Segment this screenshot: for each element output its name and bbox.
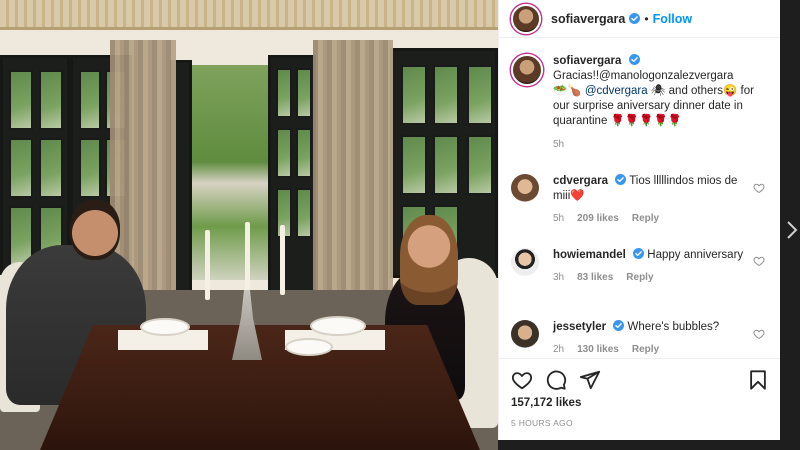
comment-reply-button[interactable]: Reply	[632, 342, 659, 356]
photo-plate-front	[285, 338, 333, 356]
photo-plate-left	[140, 318, 190, 336]
comment-meta: 2h 130 likes Reply	[553, 342, 749, 356]
author-avatar[interactable]	[511, 3, 541, 34]
photo-woman-head	[400, 215, 458, 305]
bookmark-icon[interactable]	[747, 369, 769, 391]
caption-text: 🕷 and others😜	[650, 85, 738, 97]
post-header: sofiavergara • Follow	[499, 0, 781, 38]
comment-body: jessetyler Where's bubbles? 2h 130 likes…	[553, 320, 749, 356]
comment-text: Happy anniversary	[647, 249, 744, 261]
comment-timestamp: 3h	[553, 272, 565, 283]
comment-avatar[interactable]	[511, 320, 539, 348]
comment-reply-button[interactable]: Reply	[632, 211, 659, 226]
comment-item: jessetyler Where's bubbles? 2h 130 likes…	[511, 320, 773, 356]
header-separator: •	[644, 11, 649, 26]
photo-man-head	[70, 200, 120, 260]
comment-item: howiemandel Happy anniversary 3h 83 like…	[511, 248, 773, 285]
photo-curtain-right	[313, 40, 393, 310]
comment-body: cdvergara Tios lllllindos mios de miii❤️…	[553, 174, 749, 226]
photo-candle	[280, 225, 285, 295]
caption-body: sofiavergara Gracias!!@manologonzalezver…	[553, 54, 771, 152]
caption-avatar[interactable]	[511, 54, 543, 86]
comment-body: howiemandel Happy anniversary 3h 83 like…	[553, 248, 749, 285]
caption-emoji: 🥗🍗	[553, 85, 582, 97]
comment-icon[interactable]	[545, 369, 567, 391]
comment-reply-button[interactable]: Reply	[626, 270, 653, 285]
post-timestamp: 5 HOURS AGO	[511, 418, 573, 428]
post-caption: sofiavergara Gracias!!@manologonzalezver…	[511, 54, 773, 152]
photo-candle	[205, 230, 210, 300]
comment-likes-count[interactable]: 130 likes	[577, 342, 619, 356]
comment-likes-count[interactable]: 83 likes	[577, 270, 613, 285]
caption-text: Gracias!!@manologonzalezvergara	[553, 70, 734, 82]
caption-username[interactable]: sofiavergara	[553, 55, 621, 67]
post-photo[interactable]	[0, 0, 498, 450]
modal-backdrop-bottom	[498, 440, 780, 450]
comments-list[interactable]: sofiavergara Gracias!!@manologonzalezver…	[499, 38, 781, 356]
comment-avatar[interactable]	[511, 248, 539, 276]
follow-button[interactable]: Follow	[653, 12, 693, 26]
caption-mention-link[interactable]: @cdvergara	[585, 85, 648, 97]
photo-garden-view	[186, 65, 268, 280]
verified-badge-icon	[613, 320, 625, 331]
verified-badge-icon	[629, 13, 641, 24]
comment-meta: 5h 209 likes Reply	[553, 211, 749, 226]
comment-timestamp: 2h	[553, 344, 565, 355]
photo-candle	[245, 222, 250, 292]
comment-item: cdvergara Tios lllllindos mios de miii❤️…	[511, 174, 773, 226]
comment-timestamp: 5h	[553, 213, 565, 224]
comment-avatar[interactable]	[511, 174, 539, 202]
author-username[interactable]: sofiavergara	[551, 12, 625, 26]
photo-plate-right	[310, 316, 366, 336]
comment-username[interactable]: jessetyler	[553, 321, 606, 333]
post-actions: 157,172 likes 5 HOURS AGO	[499, 358, 781, 440]
post-likes-count[interactable]: 157,172 likes	[511, 397, 581, 409]
comment-like-heart-icon[interactable]	[753, 255, 765, 267]
comment-like-heart-icon[interactable]	[753, 182, 765, 194]
comment-meta: 3h 83 likes Reply	[553, 270, 749, 285]
photo-ceiling-molding	[0, 0, 498, 30]
photo-open-door-right	[268, 55, 316, 305]
comment-username[interactable]: howiemandel	[553, 249, 626, 261]
chevron-right-icon[interactable]	[786, 220, 798, 240]
caption-timestamp: 5h	[553, 139, 565, 150]
post-side-panel: sofiavergara • Follow sofiavergara Graci…	[498, 0, 781, 440]
comment-like-heart-icon[interactable]	[753, 328, 765, 340]
photo-left-door	[0, 55, 70, 275]
verified-badge-icon	[628, 54, 640, 65]
verified-badge-icon	[615, 174, 627, 185]
comment-likes-count[interactable]: 209 likes	[577, 211, 619, 226]
verified-badge-icon	[633, 248, 645, 259]
heart-icon[interactable]	[511, 369, 533, 391]
share-icon[interactable]	[579, 369, 601, 391]
comment-username[interactable]: cdvergara	[553, 175, 608, 187]
comment-text: Where's bubbles?	[627, 321, 720, 333]
photo-dining-table	[40, 325, 480, 450]
